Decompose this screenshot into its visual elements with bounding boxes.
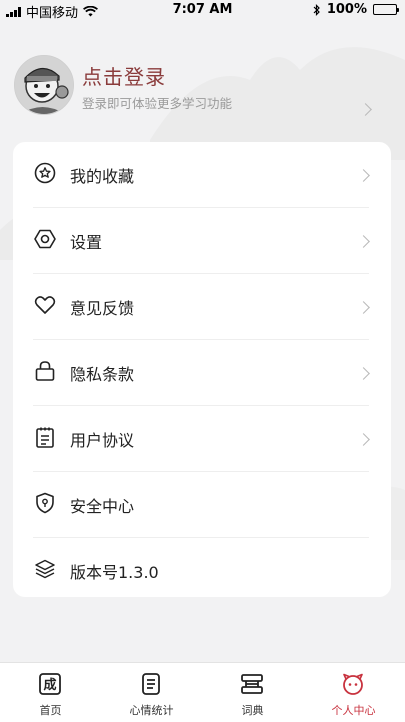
tab-home[interactable]: 成 首页 <box>0 663 101 722</box>
star-circle-icon <box>34 162 56 184</box>
bottom-tab-bar: 成 首页 心情统计 词典 个人中心 <box>0 662 405 722</box>
gear-hexagon-icon <box>34 229 56 249</box>
menu-item-favorites[interactable]: 我的收藏 <box>13 142 391 208</box>
menu-item-user-agreement[interactable]: 用户协议 <box>13 406 391 472</box>
tab-profile[interactable]: 个人中心 <box>303 663 404 722</box>
tab-dictionary[interactable]: 词典 <box>202 663 303 722</box>
menu-item-privacy[interactable]: 隐私条款 <box>13 340 391 406</box>
tab-label: 词典 <box>241 704 264 717</box>
svg-text:成: 成 <box>43 677 56 693</box>
chevron-right-icon <box>357 433 370 446</box>
heart-icon <box>34 296 56 314</box>
chevron-right-icon <box>357 367 370 380</box>
menu-item-label: 用户协议 <box>70 431 135 450</box>
smiley-icon <box>343 673 363 695</box>
dictionary-icon <box>241 674 263 694</box>
chevron-right-icon[interactable] <box>359 103 372 116</box>
chevron-right-icon <box>357 169 370 182</box>
layers-icon <box>35 559 55 579</box>
tab-mood-stats[interactable]: 心情统计 <box>101 663 202 722</box>
status-bar: 中国移动 7:07 AM 100% <box>0 0 405 21</box>
menu-item-label: 意见反馈 <box>70 299 135 318</box>
menu-item-version: 版本号1.3.0 <box>13 538 391 604</box>
bluetooth-icon <box>313 3 320 16</box>
menu-item-feedback[interactable]: 意见反馈 <box>13 274 391 340</box>
battery-percent: 100% <box>326 2 367 17</box>
cheng-character-icon: 成 <box>39 673 61 695</box>
lock-icon <box>35 361 55 381</box>
login-header[interactable]: 点击登录 登录即可体验更多学习功能 <box>14 55 394 125</box>
version-label: 版本号1.3.0 <box>70 563 159 582</box>
tab-label: 个人中心 <box>331 704 376 717</box>
battery-icon <box>373 4 399 15</box>
menu-item-settings[interactable]: 设置 <box>13 208 391 274</box>
tab-label: 心情统计 <box>129 704 174 717</box>
tab-label: 首页 <box>39 704 62 717</box>
menu-item-security-center[interactable]: 安全中心 <box>13 472 391 538</box>
menu-card: 我的收藏 设置 意见反馈 隐私条款 用户协议 安全中心 版本号1.3.0 <box>13 142 391 597</box>
menu-item-label: 安全中心 <box>70 497 135 516</box>
clipboard-icon <box>36 427 54 448</box>
mood-list-icon <box>142 673 160 695</box>
menu-item-label: 我的收藏 <box>70 167 135 186</box>
chevron-right-icon <box>357 301 370 314</box>
status-right: 100% <box>313 2 399 17</box>
login-title[interactable]: 点击登录 <box>82 61 166 90</box>
login-subtitle: 登录即可体验更多学习功能 <box>82 96 233 111</box>
menu-item-label: 设置 <box>70 233 103 252</box>
shield-icon <box>36 492 54 514</box>
chevron-right-icon <box>357 235 370 248</box>
menu-item-label: 隐私条款 <box>70 365 135 384</box>
avatar[interactable] <box>14 55 74 115</box>
cartoon-avatar-icon <box>15 56 73 114</box>
